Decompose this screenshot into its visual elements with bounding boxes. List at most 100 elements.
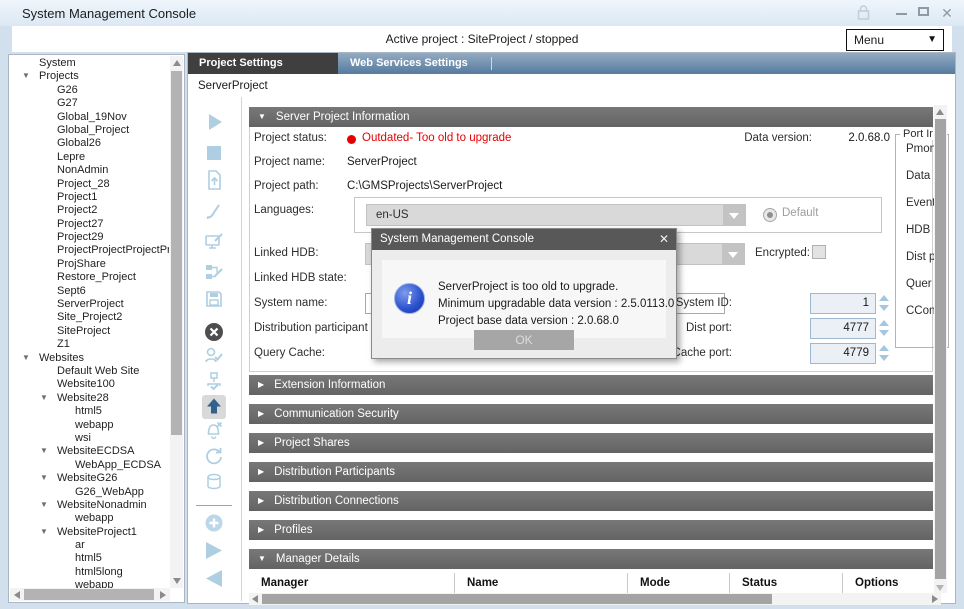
restore-icon[interactable] <box>202 445 226 469</box>
section-server-project-information[interactable]: ▼Server Project Information <box>249 107 933 127</box>
tree-item[interactable]: ▼WebsiteECDSA <box>10 445 169 458</box>
tree-scrollbar-hthumb[interactable] <box>24 589 154 600</box>
expander-icon[interactable]: ▼ <box>40 393 48 402</box>
manager-column-header[interactable]: Options <box>842 573 933 594</box>
tree-item[interactable]: webapp <box>10 419 169 432</box>
tree-item[interactable]: html5 <box>10 405 169 418</box>
expander-icon[interactable]: ▼ <box>40 446 48 455</box>
menu-dropdown[interactable]: Menu ▼ <box>846 29 944 51</box>
system-id-spinner[interactable] <box>879 293 889 314</box>
tree-vertical-scrollbar[interactable] <box>170 56 183 588</box>
validate-network-icon[interactable] <box>202 370 226 394</box>
system-id-field[interactable]: 1 <box>810 293 876 314</box>
tree-item[interactable]: webapp <box>10 579 169 588</box>
tree-item[interactable]: Global_Project <box>10 124 169 137</box>
tab-project-settings[interactable]: Project Settings <box>188 53 338 74</box>
edit-display-icon[interactable] <box>202 231 226 255</box>
section-collapsed[interactable]: ▶Extension Information <box>249 375 933 395</box>
expander-icon[interactable]: ▼ <box>40 473 48 482</box>
edit-network-icon[interactable] <box>202 261 226 285</box>
tree-item[interactable]: WebApp_ECDSA <box>10 459 169 472</box>
tree-item[interactable]: Lepre <box>10 151 169 164</box>
tree-item[interactable]: Project2 <box>10 204 169 217</box>
forward-icon[interactable] <box>202 539 226 563</box>
expander-icon[interactable]: ▼ <box>40 500 48 509</box>
tree-item[interactable]: Project27 <box>10 218 169 231</box>
section-collapsed[interactable]: ▶Distribution Participants <box>249 462 933 482</box>
stop-project-icon[interactable] <box>202 142 226 166</box>
validate-user-icon[interactable] <box>202 344 226 368</box>
dropdown-arrow-icon[interactable] <box>723 205 745 225</box>
tree-item[interactable]: ar <box>10 539 169 552</box>
ok-button[interactable]: OK <box>474 330 574 350</box>
tree-item[interactable]: G27 <box>10 97 169 110</box>
tree-item[interactable]: SiteProject <box>10 325 169 338</box>
tree-item[interactable]: ▼Website28 <box>10 392 169 405</box>
dropdown-arrow-icon[interactable] <box>722 244 744 264</box>
tree-item[interactable]: ProjShare <box>10 258 169 271</box>
query-cache-port-spinner[interactable] <box>879 343 889 364</box>
tree-scrollbar-thumb[interactable] <box>171 71 182 435</box>
save-icon[interactable] <box>202 288 226 312</box>
tree-item[interactable]: webapp <box>10 512 169 525</box>
tree-item[interactable]: G26 <box>10 84 169 97</box>
tree-item[interactable]: Default Web Site <box>10 365 169 378</box>
content-scrollbar-hthumb[interactable] <box>262 594 772 604</box>
dialog-close-icon[interactable]: ✕ <box>659 231 669 248</box>
tree-item[interactable]: Project_28 <box>10 178 169 191</box>
scroll-left-icon[interactable] <box>14 591 20 599</box>
add-icon[interactable] <box>202 512 226 536</box>
query-cache-port-field[interactable]: 4779 <box>810 343 876 364</box>
clear-data-icon[interactable] <box>202 471 226 495</box>
expander-icon[interactable]: ▼ <box>22 71 30 80</box>
scroll-up-icon[interactable] <box>173 60 181 66</box>
manager-column-header[interactable]: Status <box>729 573 842 594</box>
tree-item[interactable]: Global_19Nov <box>10 111 169 124</box>
expander-icon[interactable]: ▼ <box>22 353 30 362</box>
tree-item[interactable]: Website100 <box>10 378 169 391</box>
tree-item[interactable]: System <box>10 57 169 70</box>
encrypted-checkbox[interactable] <box>812 245 826 259</box>
minimize-icon[interactable] <box>892 13 910 15</box>
tree-item[interactable]: ▼Projects <box>10 70 169 83</box>
disable-alarms-icon[interactable] <box>202 419 226 443</box>
edit-project-icon[interactable] <box>202 200 226 224</box>
tree-item[interactable]: G26_WebApp <box>10 486 169 499</box>
tree-item[interactable]: ▼WebsiteG26 <box>10 472 169 485</box>
expander-icon[interactable]: ▼ <box>40 527 48 536</box>
tab-web-services-settings[interactable]: Web Services Settings <box>350 53 468 74</box>
content-vertical-scrollbar[interactable] <box>934 105 947 593</box>
section-collapsed[interactable]: ▶Project Shares <box>249 433 933 453</box>
maximize-icon[interactable] <box>914 7 932 16</box>
tree-item[interactable]: Site_Project2 <box>10 311 169 324</box>
scroll-up-icon[interactable] <box>936 109 944 115</box>
tree-item[interactable]: ▼Websites <box>10 352 169 365</box>
tree-item[interactable]: html5 <box>10 552 169 565</box>
scroll-down-icon[interactable] <box>173 578 181 584</box>
scroll-left-icon[interactable] <box>252 595 258 603</box>
tree-item[interactable]: Restore_Project <box>10 271 169 284</box>
tree-item[interactable]: NonAdmin <box>10 164 169 177</box>
section-collapsed[interactable]: ▶Communication Security <box>249 404 933 424</box>
tree-item[interactable]: Z1 <box>10 338 169 351</box>
scroll-right-icon[interactable] <box>932 595 938 603</box>
tree-item[interactable]: ServerProject <box>10 298 169 311</box>
upgrade-project-data-icon[interactable] <box>202 169 226 193</box>
back-icon[interactable] <box>202 567 226 591</box>
manager-column-header[interactable]: Name <box>454 573 627 594</box>
tree-item[interactable]: html5long <box>10 566 169 579</box>
upgrade-icon[interactable] <box>202 395 226 419</box>
tree-horizontal-scrollbar[interactable] <box>10 588 170 601</box>
tree-item[interactable]: Project1 <box>10 191 169 204</box>
content-horizontal-scrollbar[interactable] <box>249 593 941 605</box>
language-dropdown[interactable]: en-US <box>366 204 746 226</box>
start-project-icon[interactable] <box>202 111 226 135</box>
tree-item[interactable]: ProjectProjectProjectPr <box>10 244 169 257</box>
manager-column-header[interactable]: Manager <box>249 573 454 594</box>
content-scrollbar-thumb[interactable] <box>935 119 946 579</box>
section-collapsed[interactable]: ▶Distribution Connections <box>249 491 933 511</box>
scroll-down-icon[interactable] <box>936 585 944 591</box>
tree-item[interactable]: Global26 <box>10 137 169 150</box>
close-icon[interactable]: ✕ <box>938 3 956 23</box>
manager-column-header[interactable]: Mode <box>627 573 729 594</box>
